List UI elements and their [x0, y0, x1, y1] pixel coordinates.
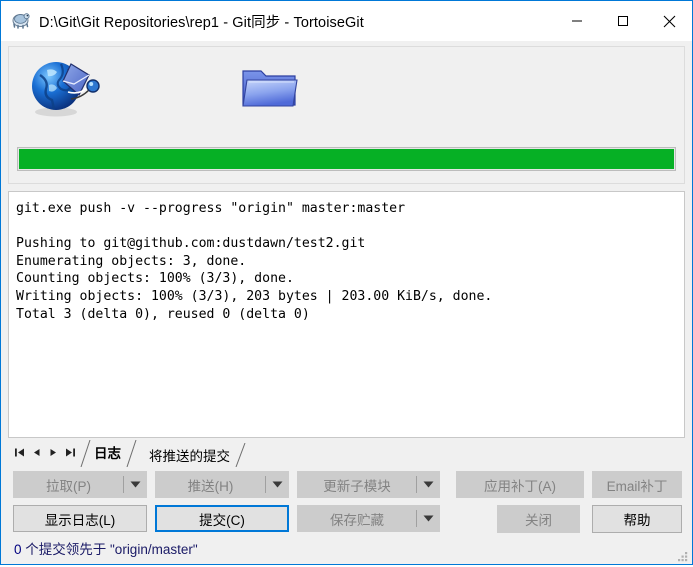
status-bar: 0 个提交领先于 "origin/master" [14, 538, 198, 558]
show-log-button[interactable]: 显示日志(L) [13, 505, 147, 532]
status-message: 个提交领先于 "origin/master" [21, 542, 198, 557]
title-bar: D:\Git\Git Repositories\rep1 - Git同步 - T… [1, 1, 692, 41]
sync-graphic-panel [8, 46, 685, 184]
resize-grip-icon [678, 552, 688, 562]
last-arrow-icon [66, 448, 75, 456]
save-stash-button-label: 保存贮藏 [330, 512, 384, 528]
update-submodule-button-label: 更新子模块 [323, 478, 391, 494]
window-title: D:\Git\Git Repositories\rep1 - Git同步 - T… [39, 14, 364, 31]
tab-nav-buttons [11, 439, 79, 467]
folder-icon [239, 61, 301, 115]
tortoisegit-turtle-icon [10, 10, 32, 32]
tab-nav-next-button[interactable] [45, 442, 62, 462]
tab-nav-prev-button[interactable] [28, 442, 45, 462]
tab-out-commits-label: 将推送的提交 [149, 449, 230, 464]
progress-bar [17, 147, 676, 171]
button-panel: 拉取(P) 推送(H) 更新子模块 应用补丁(A) Email补丁 显示日志(L… [1, 467, 692, 564]
apply-patch-button[interactable]: 应用补丁(A) [456, 471, 584, 498]
tab-log-label: 日志 [94, 446, 121, 461]
pull-button[interactable]: 拉取(P) [13, 471, 147, 498]
email-patch-button[interactable]: Email补丁 [592, 471, 682, 498]
update-submodule-dropdown-button[interactable] [417, 472, 439, 497]
commit-button[interactable]: 提交(C) [155, 505, 289, 532]
tab-nav-first-button[interactable] [11, 442, 28, 462]
progress-bar-fill [19, 149, 674, 169]
caption-buttons [554, 1, 692, 41]
pull-button-label: 拉取(P) [46, 478, 91, 494]
chevron-down-icon [423, 515, 433, 522]
prev-arrow-icon [34, 448, 40, 456]
push-button[interactable]: 推送(H) [155, 471, 289, 498]
minimize-icon [572, 20, 582, 22]
tab-log[interactable]: 日志 [81, 440, 130, 467]
tab-strip: 日志 将推送的提交 [1, 438, 692, 467]
chevron-down-icon [130, 481, 140, 488]
chevron-down-icon [272, 481, 282, 488]
close-icon [663, 15, 675, 27]
resize-grip[interactable] [677, 549, 689, 562]
save-stash-button[interactable]: 保存贮藏 [297, 505, 440, 532]
close-button[interactable] [646, 1, 692, 41]
status-commit-count: 0 [14, 542, 22, 557]
save-stash-dropdown-button[interactable] [417, 506, 439, 531]
tab-nav-last-button[interactable] [62, 442, 79, 462]
tab-out-commits[interactable]: 将推送的提交 [136, 443, 239, 467]
maximize-button[interactable] [600, 1, 646, 41]
tab-right-edge-2 [235, 443, 246, 467]
help-button[interactable]: 帮助 [592, 505, 682, 533]
globe-network-icon [27, 55, 105, 121]
chevron-down-icon [423, 481, 433, 488]
next-arrow-icon [50, 448, 56, 456]
tab-left-edge [80, 440, 91, 467]
log-output-text: git.exe push -v --progress "origin" mast… [16, 201, 493, 322]
push-dropdown-button[interactable] [266, 472, 288, 497]
log-output-panel[interactable]: git.exe push -v --progress "origin" mast… [8, 191, 685, 438]
maximize-icon [618, 16, 628, 26]
update-submodule-button[interactable]: 更新子模块 [297, 471, 440, 498]
tortoisegit-sync-window: D:\Git\Git Repositories\rep1 - Git同步 - T… [0, 0, 693, 565]
tabs: 日志 将推送的提交 [81, 440, 239, 467]
pull-dropdown-button[interactable] [124, 472, 146, 497]
minimize-button[interactable] [554, 1, 600, 41]
push-button-label: 推送(H) [187, 478, 234, 494]
close-dialog-button[interactable]: 关闭 [497, 505, 580, 533]
first-arrow-icon [15, 448, 24, 456]
